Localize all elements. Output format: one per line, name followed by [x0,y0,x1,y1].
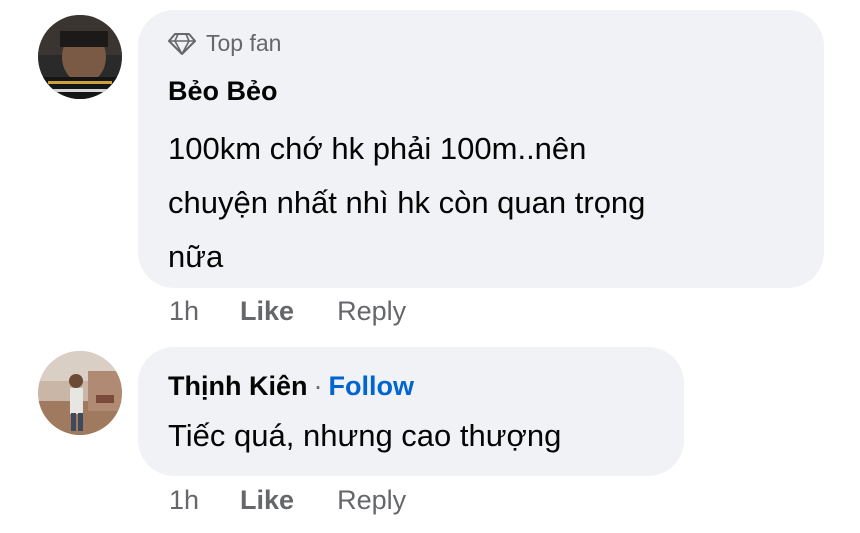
comment-text: Tiếc quá, nhưng cao thượng [168,418,562,453]
reply-button[interactable]: Reply [337,485,406,516]
badge-label: Top fan [206,30,282,56]
top-fan-badge: Top fan [168,30,281,57]
avatar[interactable] [38,351,122,435]
diamond-icon [168,32,196,55]
comment-text-line: nữa [168,239,224,274]
avatar[interactable] [38,15,122,99]
comment-author-row: Thịnh Kiên · Follow [168,371,414,402]
comment-text-line: chuyện nhất nhì hk còn quan trọng [168,185,646,220]
comment-timestamp[interactable]: 1h [169,485,199,516]
reply-button[interactable]: Reply [337,296,406,327]
comment-actions: 1h Like Reply [169,485,406,516]
comment-bubble: Top fan Bẻo Bẻo 100km chớ hk phải 100m..… [138,10,824,288]
comment-author[interactable]: Bẻo Bẻo [168,76,278,107]
comment-text: 100km chớ hk phải 100m..nên chuyện nhất … [168,122,808,284]
like-button[interactable]: Like [240,485,294,516]
comment-actions: 1h Like Reply [169,296,406,327]
separator-dot: · [313,371,323,401]
comment-bubble: Thịnh Kiên · Follow Tiếc quá, nhưng cao th… [138,347,684,476]
follow-button[interactable]: Follow [328,371,413,401]
comment-timestamp[interactable]: 1h [169,296,199,327]
comment-author[interactable]: Thịnh Kiên [168,371,307,401]
comment-text-line: 100km chớ hk phải 100m..nên [168,131,587,166]
like-button[interactable]: Like [240,296,294,327]
